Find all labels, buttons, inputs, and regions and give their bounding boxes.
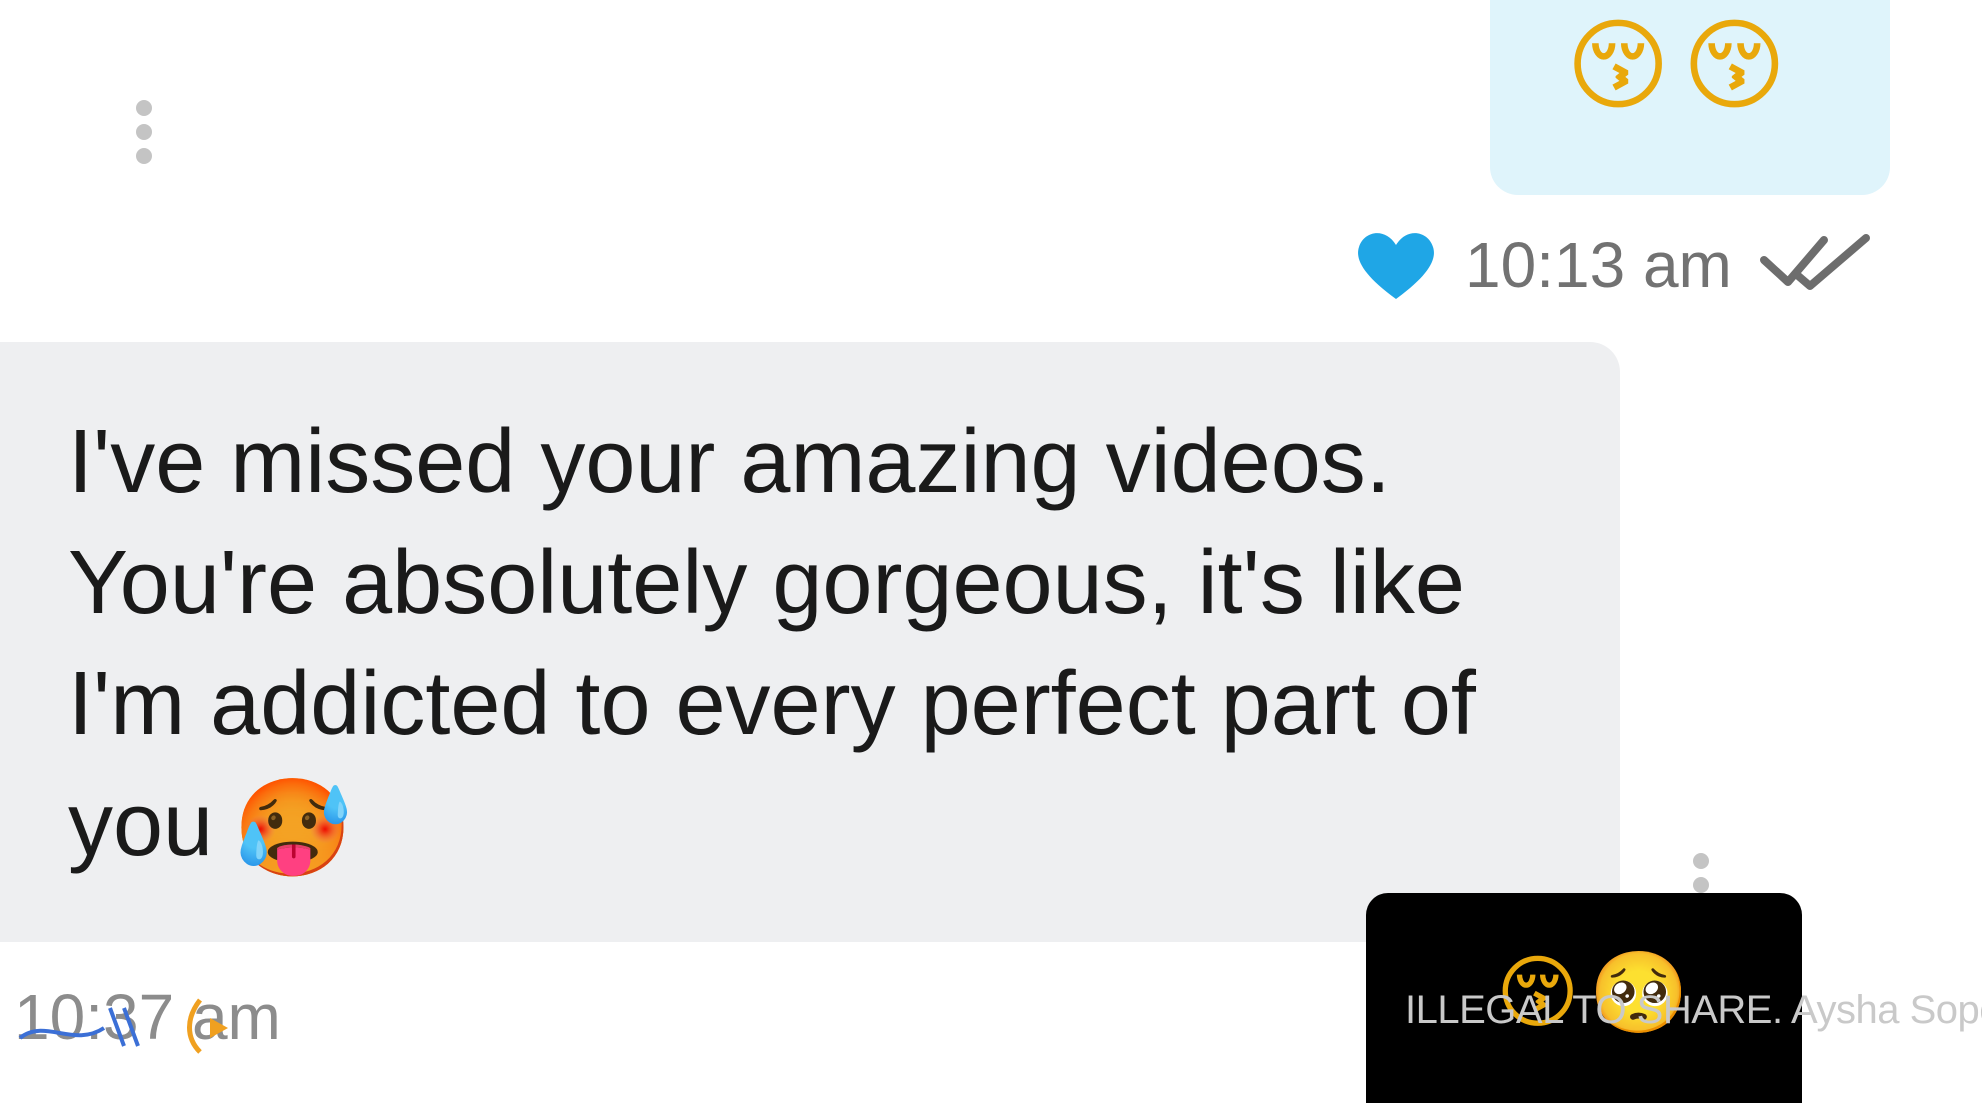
- sent-message-meta: 10:13 am: [1355, 228, 1872, 302]
- message-options-icon[interactable]: [136, 100, 152, 164]
- message-options-icon[interactable]: [1693, 853, 1709, 893]
- hot-face-emoji: 🥵: [233, 772, 353, 884]
- dot: [136, 124, 152, 140]
- brand-logo: [18, 998, 228, 1054]
- dot: [136, 100, 152, 116]
- double-check-icon: [1759, 234, 1870, 290]
- sent-timestamp: 10:13 am: [1465, 229, 1732, 301]
- kissing-face-emoji: 😚: [1682, 7, 1787, 124]
- kissing-face-emoji: 😚: [1566, 7, 1671, 124]
- dot: [1693, 853, 1709, 869]
- dot: [1693, 877, 1709, 893]
- watermark-text: ILLEGAL TO SHARE. Aysha Soper: [1405, 988, 1982, 1032]
- received-message-bubble[interactable]: I've missed your amazing videos. You're …: [0, 342, 1620, 942]
- dot: [136, 148, 152, 164]
- blue-heart-icon[interactable]: [1355, 229, 1437, 301]
- received-message-text-block: I've missed your amazing videos. You're …: [68, 402, 1528, 886]
- sent-emoji-row: 😚 😚: [1566, 16, 1787, 116]
- sent-message-bubble[interactable]: 😚 😚: [1490, 0, 1890, 195]
